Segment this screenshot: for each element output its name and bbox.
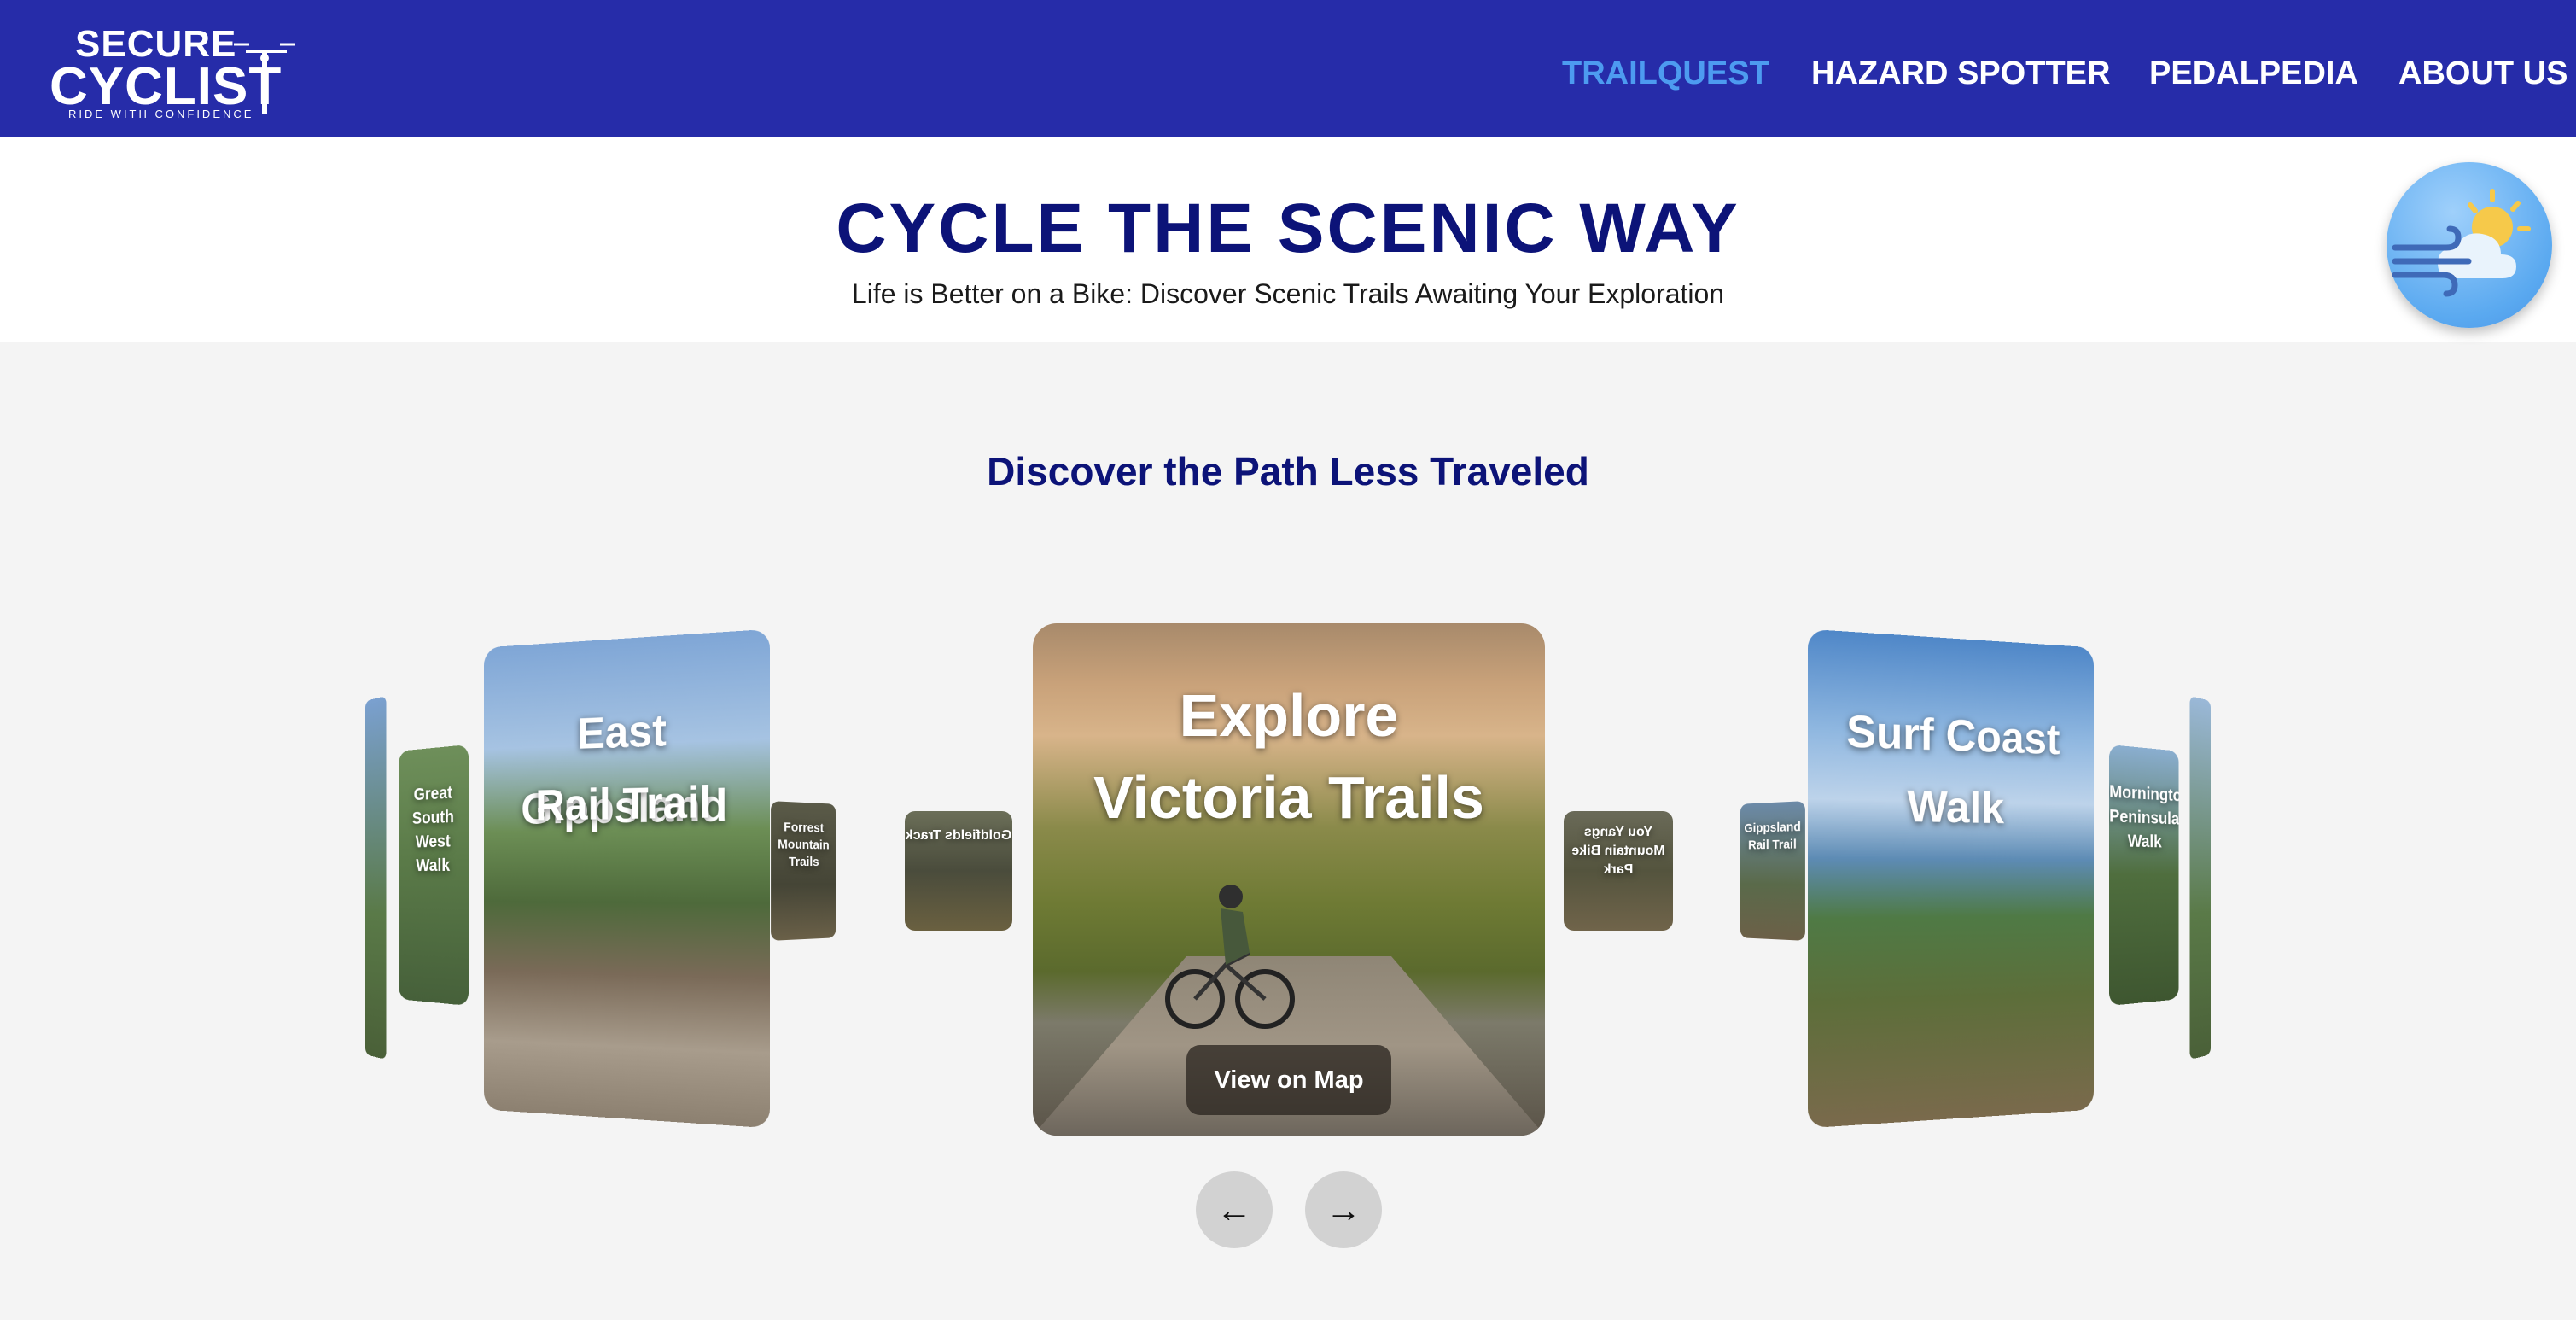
section-title: Discover the Path Less Traveled <box>987 449 1589 494</box>
card-label: Gippsland Rail Trail <box>1744 819 1801 853</box>
carousel-next-button[interactable]: → <box>1305 1171 1382 1248</box>
carousel-card-gippsland-rail-trail[interactable]: Gippsland Rail Trail <box>1740 801 1805 941</box>
carousel-card-surf-coast-walk[interactable]: Surf Coast Walk <box>1807 628 2095 1129</box>
card-label: Goldfields Track <box>905 828 1012 843</box>
card-label: Forrest Mountain Trails <box>778 820 830 870</box>
card-label: You Yangs Mountain Bike Park <box>1571 825 1665 877</box>
page-title: CYCLE THE SCENIC WAY <box>836 190 1740 267</box>
logo-tagline: RIDE WITH CONFIDENCE <box>68 108 254 120</box>
carousel-card-mornington-peninsula-walk[interactable]: Mornington Peninsula Walk <box>2109 745 2179 1006</box>
carousel-card-goldfields-track[interactable]: Goldfields Track <box>905 811 1012 931</box>
carousel-prev-button[interactable]: ← <box>1196 1171 1273 1248</box>
wind-cloud-sun-icon <box>2392 189 2531 297</box>
nav-hazard-spotter[interactable]: HAZARD SPOTTER <box>1811 51 2110 96</box>
bike-handlebar-icon <box>234 43 295 114</box>
card-title-line2: Walk <box>1907 781 2005 833</box>
card-title-line1: Explore <box>1179 682 1399 749</box>
weather-button[interactable] <box>2387 162 2552 328</box>
card-label: Great South West Walk <box>411 783 454 875</box>
nav-trailquest[interactable]: TRAILQUEST <box>1562 51 1769 96</box>
page-subtitle: Life is Better on a Bike: Discover Sceni… <box>851 278 1725 309</box>
secure-cyclist-logo[interactable]: SECURE CYCLIST RIDE WITH CONFIDENCE <box>50 22 297 123</box>
card-title-line1: Surf Coast <box>1846 706 2060 764</box>
carousel-card-explore-victoria-trails[interactable]: Explore Victoria Trails View on Map <box>1033 623 1545 1136</box>
card-title-line2: Victoria Trails <box>1093 764 1484 831</box>
hero-banner: CYCLE THE SCENIC WAY Life is Better on a… <box>0 137 2576 342</box>
carousel-card-forrest-mountain-trails[interactable]: Forrest Mountain Trails <box>771 801 836 941</box>
card-label: Mornington Peninsula Walk <box>2109 782 2179 852</box>
card-title-line2: Rail Trail <box>535 777 712 831</box>
cyclist-illustration <box>1165 885 1295 1029</box>
nav-about-us[interactable]: ABOUT US <box>2398 51 2567 96</box>
carousel-card-great-south-west-walk[interactable]: Great South West Walk <box>399 745 469 1006</box>
carousel-card-far-right[interactable] <box>2189 695 2212 1060</box>
carousel-card-you-yangs[interactable]: You Yangs Mountain Bike Park <box>1564 811 1673 931</box>
top-navbar: SECURE CYCLIST RIDE WITH CONFIDENCE TRAI… <box>0 0 2576 137</box>
carousel-card-east-gippsland-rail-trail[interactable]: East Gippsland Rail Trail <box>483 628 771 1129</box>
carousel-card-far-left[interactable] <box>364 695 387 1060</box>
view-on-map-button[interactable]: View on Map <box>1186 1045 1391 1115</box>
nav-pedalpedia[interactable]: PEDALPEDIA <box>2149 51 2358 96</box>
